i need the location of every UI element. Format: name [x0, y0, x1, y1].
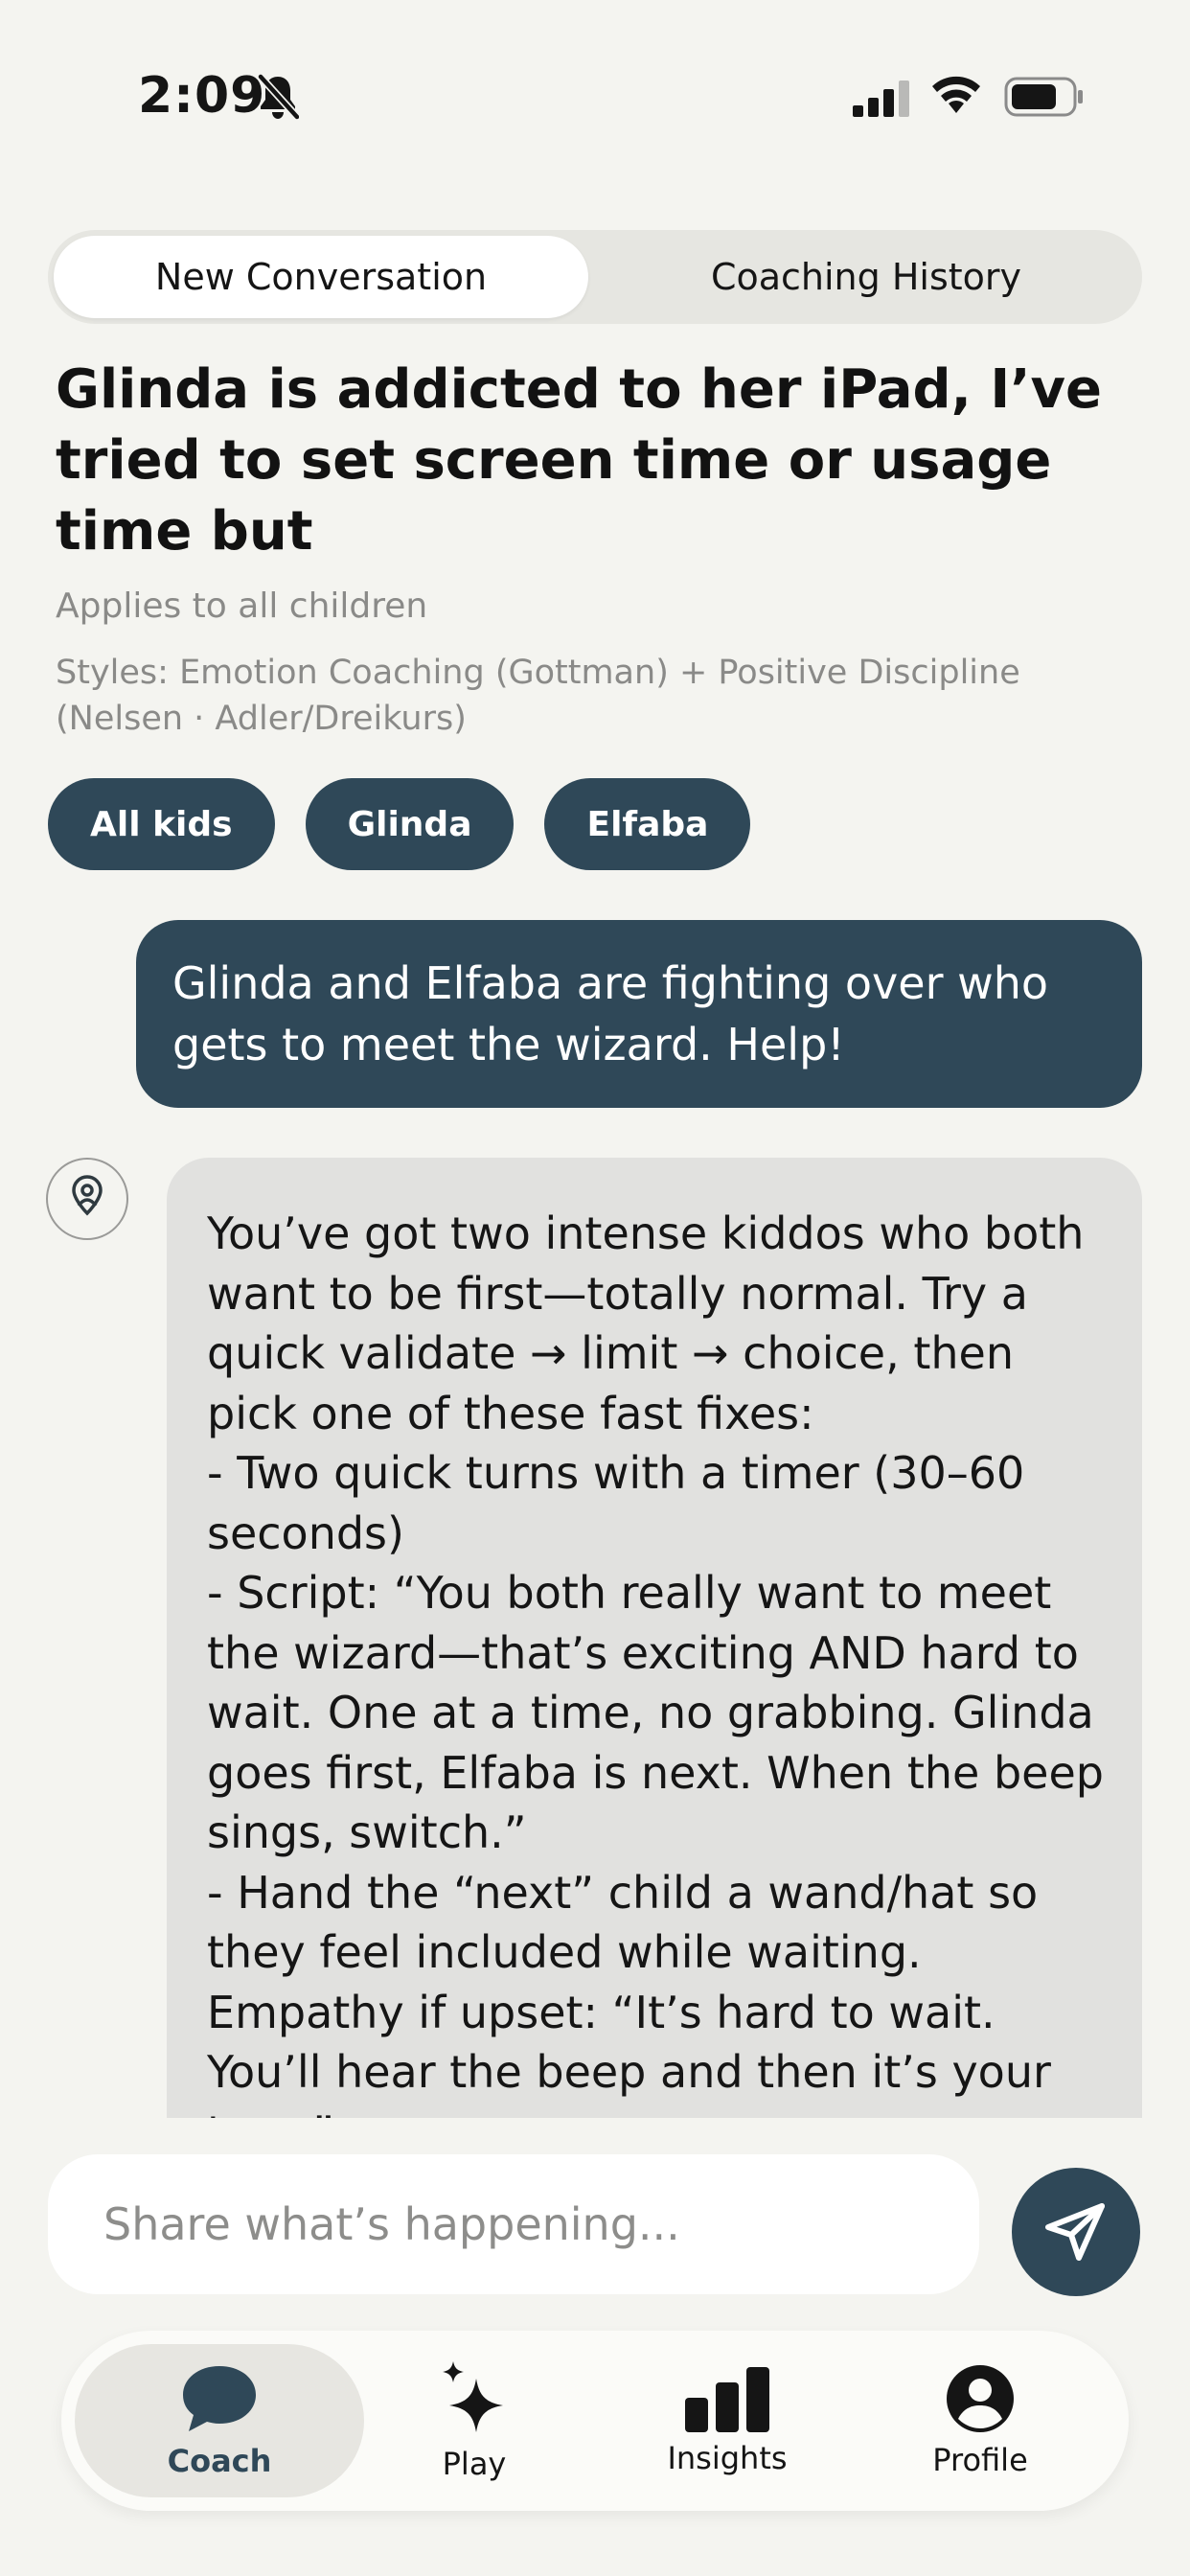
message-composer — [48, 2154, 979, 2294]
applies-to-text: Applies to all children — [56, 586, 428, 626]
bell-slash-icon — [258, 74, 299, 120]
coach-avatar — [46, 1158, 128, 1240]
send-icon — [1045, 2203, 1105, 2261]
bar-chart-icon — [685, 2367, 769, 2432]
chip-glinda[interactable]: Glinda — [305, 778, 515, 870]
chat-bubble-icon — [183, 2366, 256, 2431]
sparkles-icon — [443, 2361, 503, 2432]
tab-coach[interactable]: Coach — [75, 2344, 364, 2497]
tab-new-conversation[interactable]: New Conversation — [54, 236, 588, 318]
tab-insights[interactable]: Insights — [583, 2344, 872, 2497]
tab-insights-label: Insights — [667, 2440, 788, 2476]
status-bar: 2:09 — [0, 0, 1190, 192]
tab-profile-label: Profile — [932, 2442, 1028, 2478]
location-pin-icon — [72, 1175, 103, 1216]
assistant-message-bubble: You’ve got two intense kiddos who both w… — [167, 1158, 1142, 2118]
chip-all-kids[interactable]: All kids — [48, 778, 275, 870]
assistant-message-text: You’ve got two intense kiddos who both w… — [207, 1208, 1104, 2118]
user-message-bubble: Glinda and Elfaba are fighting over who … — [136, 920, 1142, 1108]
tab-play[interactable]: Play — [330, 2344, 619, 2497]
wifi-icon — [932, 76, 980, 113]
styles-text: Styles: Emotion Coaching (Gottman) + Pos… — [56, 654, 1020, 738]
person-circle-icon — [947, 2365, 1014, 2432]
tab-play-label: Play — [442, 2446, 507, 2482]
send-button[interactable] — [1012, 2168, 1140, 2296]
tab-profile[interactable]: Profile — [835, 2344, 1125, 2497]
conversation-title: Glinda is addicted to her iPad, I’ve tri… — [56, 358, 1102, 563]
message-input[interactable] — [102, 2197, 926, 2251]
status-time: 2:09 — [138, 67, 266, 125]
tab-coach-label: Coach — [167, 2443, 272, 2479]
child-filter-chips: All kids Glinda Elfaba — [48, 778, 751, 870]
cellular-signal-icon — [853, 80, 909, 117]
chip-elfaba[interactable]: Elfaba — [544, 778, 751, 870]
bottom-tab-bar: Coach Play Insights Profile — [61, 2331, 1129, 2511]
conversation-segmented-control: New Conversation Coaching History — [48, 230, 1142, 324]
battery-icon — [1004, 77, 1083, 117]
tab-coaching-history[interactable]: Coaching History — [596, 236, 1136, 318]
